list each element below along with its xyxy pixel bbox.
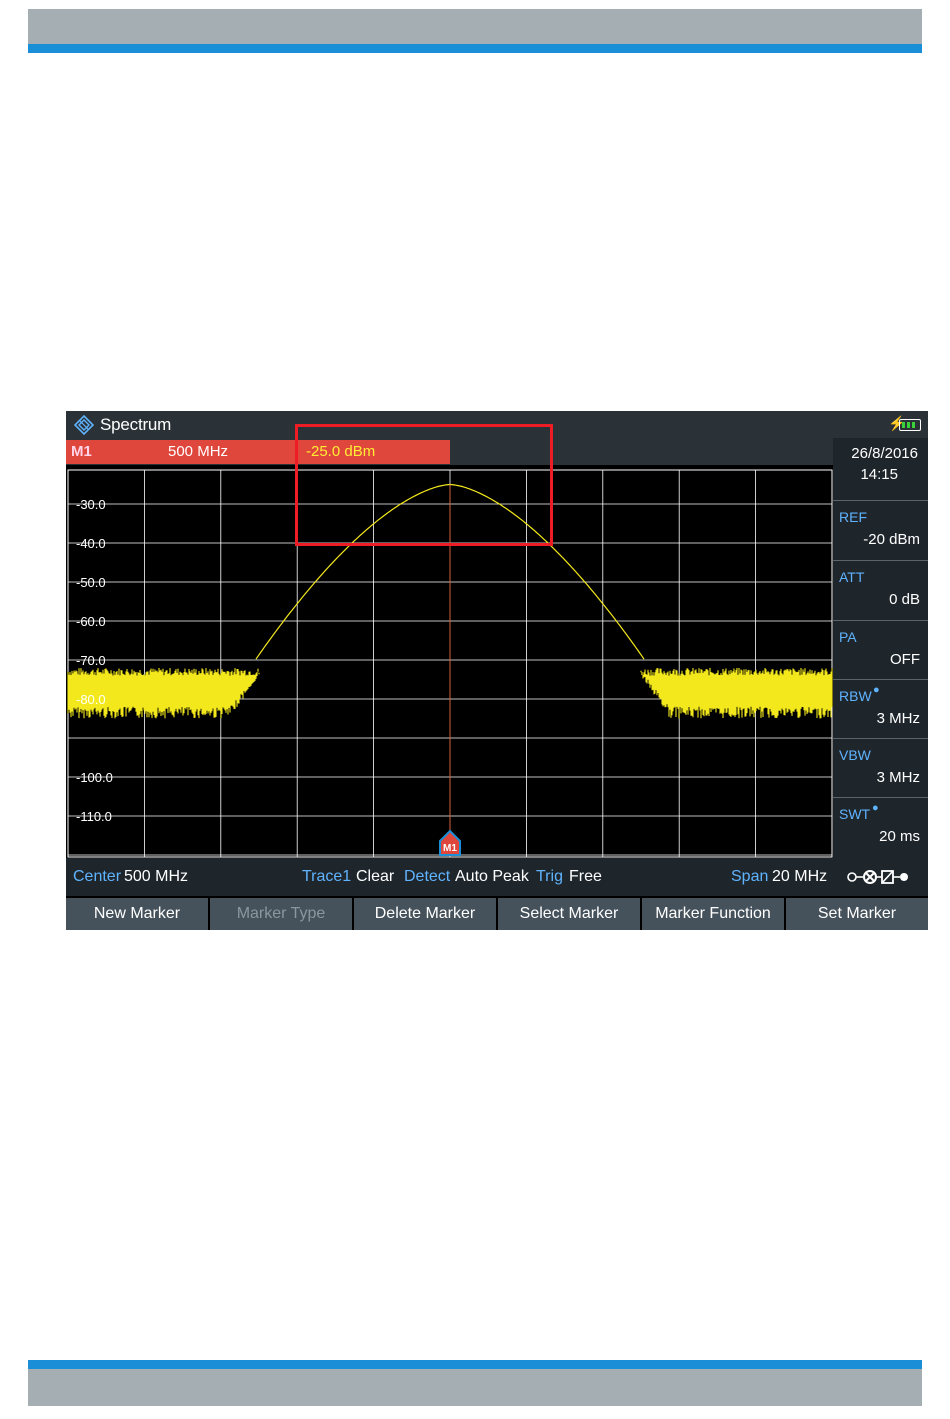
detect-label[interactable]: Detect [404, 868, 450, 886]
setting-value: -20 dBm [863, 531, 920, 548]
setting-value: 3 MHz [876, 769, 920, 786]
new-marker-button[interactable]: New Marker [66, 898, 208, 930]
setting-label: VBW [839, 747, 871, 763]
y-tick-label: -100.0 [76, 770, 113, 785]
y-tick-label: -80.0 [76, 692, 106, 707]
document-header-band [28, 9, 922, 53]
status-bar: Center 500 MHz Trace1 Clear Detect Auto … [66, 858, 928, 896]
battery-icon [899, 419, 921, 431]
setting-vbw[interactable]: VBW 3 MHz [833, 738, 928, 797]
trace-label[interactable]: Trace1 [302, 868, 351, 886]
span-label[interactable]: Span [731, 868, 768, 886]
setting-label: RBW [839, 688, 872, 704]
marker-function-button[interactable]: Marker Function [642, 898, 784, 930]
marker-flag-label: M1 [443, 843, 457, 854]
marker-flag[interactable]: M1 [439, 829, 461, 856]
y-tick-label: -60.0 [76, 614, 106, 629]
setting-label: PA [839, 629, 857, 645]
marker-name: M1 [71, 443, 92, 460]
setting-value: 20 ms [879, 828, 920, 845]
y-tick-label: -40.0 [76, 536, 106, 551]
softkey-bar: New Marker Marker Type Delete Marker Sel… [66, 898, 928, 930]
setting-pa[interactable]: PA OFF [833, 620, 928, 679]
header-gray-bar [28, 9, 922, 44]
rf-port-icon [847, 870, 908, 884]
setting-value: OFF [890, 651, 920, 668]
header-blue-rule [28, 44, 922, 53]
y-tick-label: -70.0 [76, 653, 106, 668]
y-tick-label: -110.0 [76, 809, 112, 824]
trig-label[interactable]: Trig [536, 868, 563, 886]
setting-att[interactable]: ATT 0 dB [833, 560, 928, 619]
setting-label: ATT [839, 569, 865, 585]
set-marker-button[interactable]: Set Marker [786, 898, 928, 930]
y-axis-ticks: -30.0 -40.0 -50.0 -60.0 -70.0 -80.0 -100.0 -110… [76, 497, 113, 824]
time-display: 14:15 [860, 466, 898, 483]
app-title: Spectrum [100, 415, 172, 434]
marker-frequency: 500 MHz [168, 443, 229, 460]
setting-rbw[interactable]: RBW ● 3 MHz [833, 679, 928, 738]
rohde-schwarz-logo-icon [74, 415, 94, 435]
select-marker-button[interactable]: Select Marker [498, 898, 640, 930]
trace-value[interactable]: Clear [356, 868, 394, 886]
highlight-annotation-box [295, 424, 553, 546]
trig-value[interactable]: Free [569, 868, 602, 886]
setting-swt[interactable]: SWT ● 20 ms [833, 797, 928, 856]
document-footer-band [28, 1360, 922, 1406]
marker-type-button[interactable]: Marker Type [210, 898, 352, 930]
setting-value: 0 dB [889, 591, 920, 608]
date-display: 26/8/2016 [851, 445, 918, 462]
span-value[interactable]: 20 MHz [772, 868, 827, 886]
detect-value[interactable]: Auto Peak [455, 868, 529, 886]
setting-ref[interactable]: REF -20 dBm [833, 500, 928, 559]
settings-side-panel: 26/8/2016 14:15 REF -20 dBm ATT 0 dB PA … [833, 438, 928, 858]
auto-indicator-dot: ● [872, 802, 879, 814]
y-tick-label: -30.0 [76, 497, 106, 512]
setting-label: REF [839, 509, 867, 525]
setting-value: 3 MHz [876, 710, 920, 727]
footer-gray-bar [28, 1369, 922, 1406]
auto-indicator-dot: ● [873, 684, 880, 696]
center-value[interactable]: 500 MHz [124, 868, 188, 886]
center-label[interactable]: Center [73, 868, 121, 886]
y-tick-label: -50.0 [76, 575, 106, 590]
footer-blue-rule [28, 1360, 922, 1369]
setting-label: SWT [839, 806, 871, 822]
delete-marker-button[interactable]: Delete Marker [354, 898, 496, 930]
